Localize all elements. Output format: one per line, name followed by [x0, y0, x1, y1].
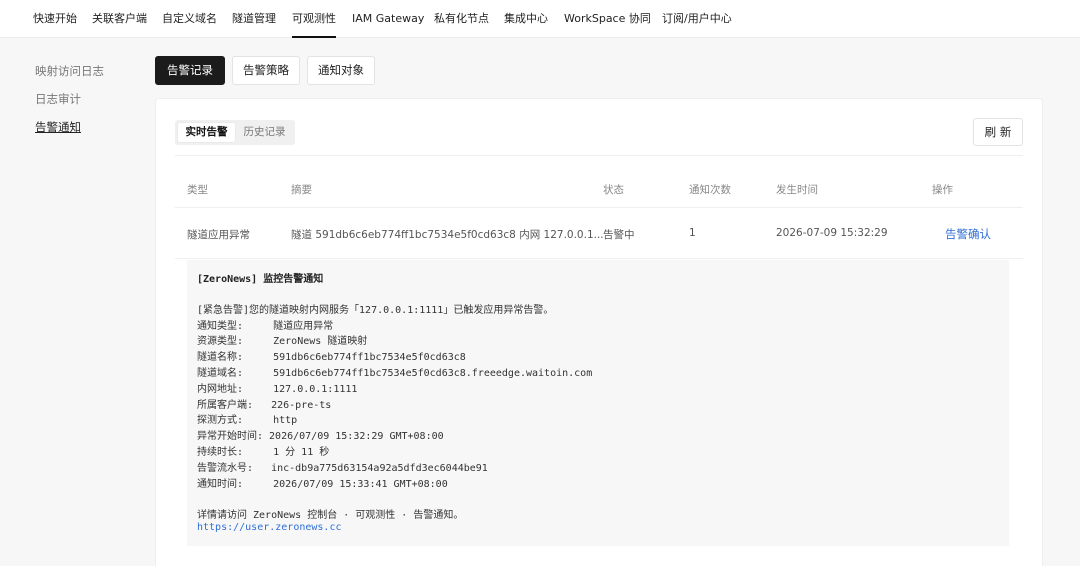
cell-status: 告警中	[603, 229, 635, 241]
nav-item-custom-domain[interactable]: 自定义域名	[162, 0, 217, 38]
alert-segment-control: 实时告警 历史记录	[175, 120, 295, 145]
nav-item-iam-gateway[interactable]: IAM Gateway	[352, 0, 424, 38]
detail-title: [ZeroNews] 监控告警通知	[197, 274, 324, 285]
tab-alert-policy[interactable]: 告警策略	[232, 56, 300, 85]
column-header-count: 通知次数	[689, 184, 731, 196]
column-header-status: 状态	[603, 184, 624, 196]
nav-item-clients[interactable]: 关联客户端	[92, 0, 147, 38]
divider	[175, 155, 1023, 156]
top-navigation: 快速开始 关联客户端 自定义域名 隧道管理 可观测性 IAM Gateway 私…	[0, 0, 1080, 38]
divider	[175, 207, 1023, 208]
detail-field: 隧道域名: 591db6c6eb774ff1bc7534e5f0cd63c8.f…	[197, 368, 593, 379]
nav-item-subscription[interactable]: 订阅/用户中心	[662, 0, 732, 38]
detail-footer: 详情请访问 ZeroNews 控制台 · 可观测性 · 告警通知。	[197, 510, 464, 521]
detail-field: 探测方式: http	[197, 415, 298, 426]
nav-item-integration-center[interactable]: 集成中心	[504, 0, 548, 38]
divider	[175, 258, 1023, 259]
segment-history[interactable]: 历史记录	[237, 123, 292, 142]
sidebar-item-alert-notification[interactable]: 告警通知	[35, 119, 81, 135]
detail-field: 通知时间: 2026/07/09 15:33:41 GMT+08:00	[197, 479, 448, 490]
confirm-alert-link[interactable]: 告警确认	[945, 226, 991, 242]
cell-count: 1	[689, 227, 696, 239]
cell-time: 2026-07-09 15:32:29	[776, 227, 888, 239]
nav-item-private-nodes[interactable]: 私有化节点	[434, 0, 489, 38]
nav-item-tunnel-management[interactable]: 隧道管理	[232, 0, 276, 38]
detail-field: 持续时长: 1 分 11 秒	[197, 447, 330, 458]
detail-field: 资源类型: ZeroNews 隧道映射	[197, 336, 368, 347]
detail-field: 通知类型: 隧道应用异常	[197, 321, 334, 332]
refresh-button[interactable]: 刷 新	[973, 118, 1023, 146]
segment-realtime[interactable]: 实时告警	[178, 123, 235, 142]
nav-item-workspace[interactable]: WorkSpace 协同	[564, 0, 651, 38]
detail-field: 所属客户端: 226-pre-ts	[197, 400, 332, 411]
tab-alert-records[interactable]: 告警记录	[155, 56, 225, 85]
cell-summary: 隧道 591db6c6eb774ff1bc7534e5f0cd63c8 内网 1…	[291, 229, 604, 241]
cell-type: 隧道应用异常	[187, 229, 250, 241]
nav-item-quick-start[interactable]: 快速开始	[33, 0, 77, 38]
nav-item-observability[interactable]: 可观测性	[292, 0, 336, 38]
sidebar-item-audit-log[interactable]: 日志审计	[35, 91, 81, 107]
column-header-type: 类型	[187, 184, 208, 196]
detail-field: 异常开始时间: 2026/07/09 15:32:29 GMT+08:00	[197, 431, 444, 442]
column-header-action: 操作	[932, 184, 953, 196]
tab-notify-targets[interactable]: 通知对象	[307, 56, 375, 85]
sidebar-item-access-log[interactable]: 映射访问日志	[35, 63, 104, 79]
detail-field: 告警流水号: inc-db9a775d63154a92a5dfd3ec6044b…	[197, 463, 488, 474]
console-link[interactable]: https://user.zeronews.cc	[197, 522, 342, 533]
detail-field: 隧道名称: 591db6c6eb774ff1bc7534e5f0cd63c8	[197, 352, 466, 363]
detail-field: 内网地址: 127.0.0.1:1111	[197, 384, 358, 395]
column-header-time: 发生时间	[776, 184, 818, 196]
detail-intro: [紧急告警]您的隧道映射内网服务「127.0.0.1:1111」已触发应用异常告…	[197, 305, 554, 316]
column-header-summary: 摘要	[291, 184, 312, 196]
